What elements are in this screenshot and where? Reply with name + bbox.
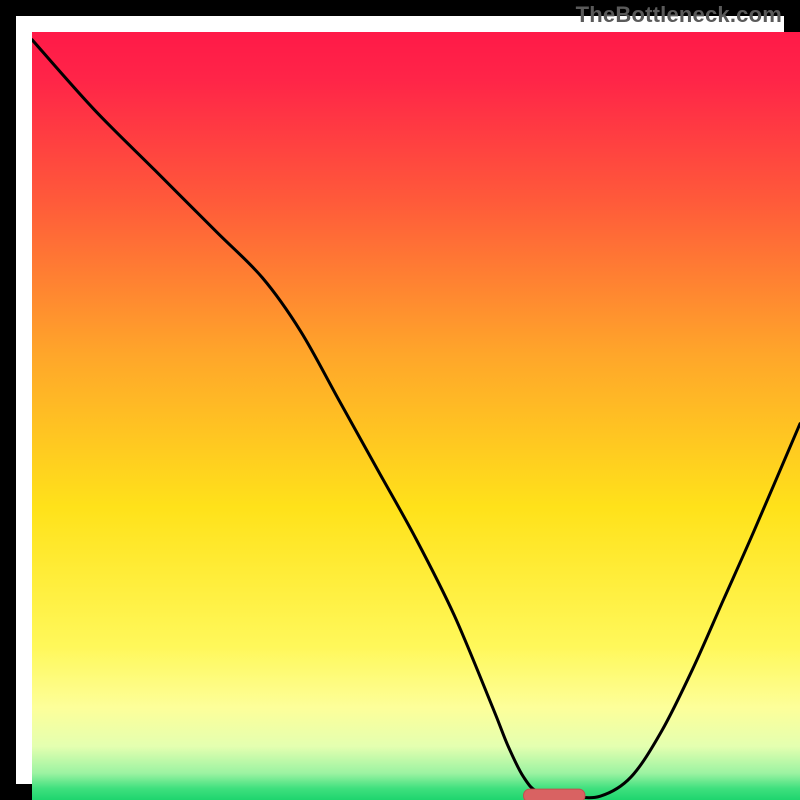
chart-svg — [32, 32, 800, 800]
plot-area — [32, 32, 800, 800]
watermark-text: TheBottleneck.com — [576, 2, 782, 28]
optimal-range-marker — [524, 789, 585, 800]
chart-frame: TheBottleneck.com — [0, 0, 800, 800]
